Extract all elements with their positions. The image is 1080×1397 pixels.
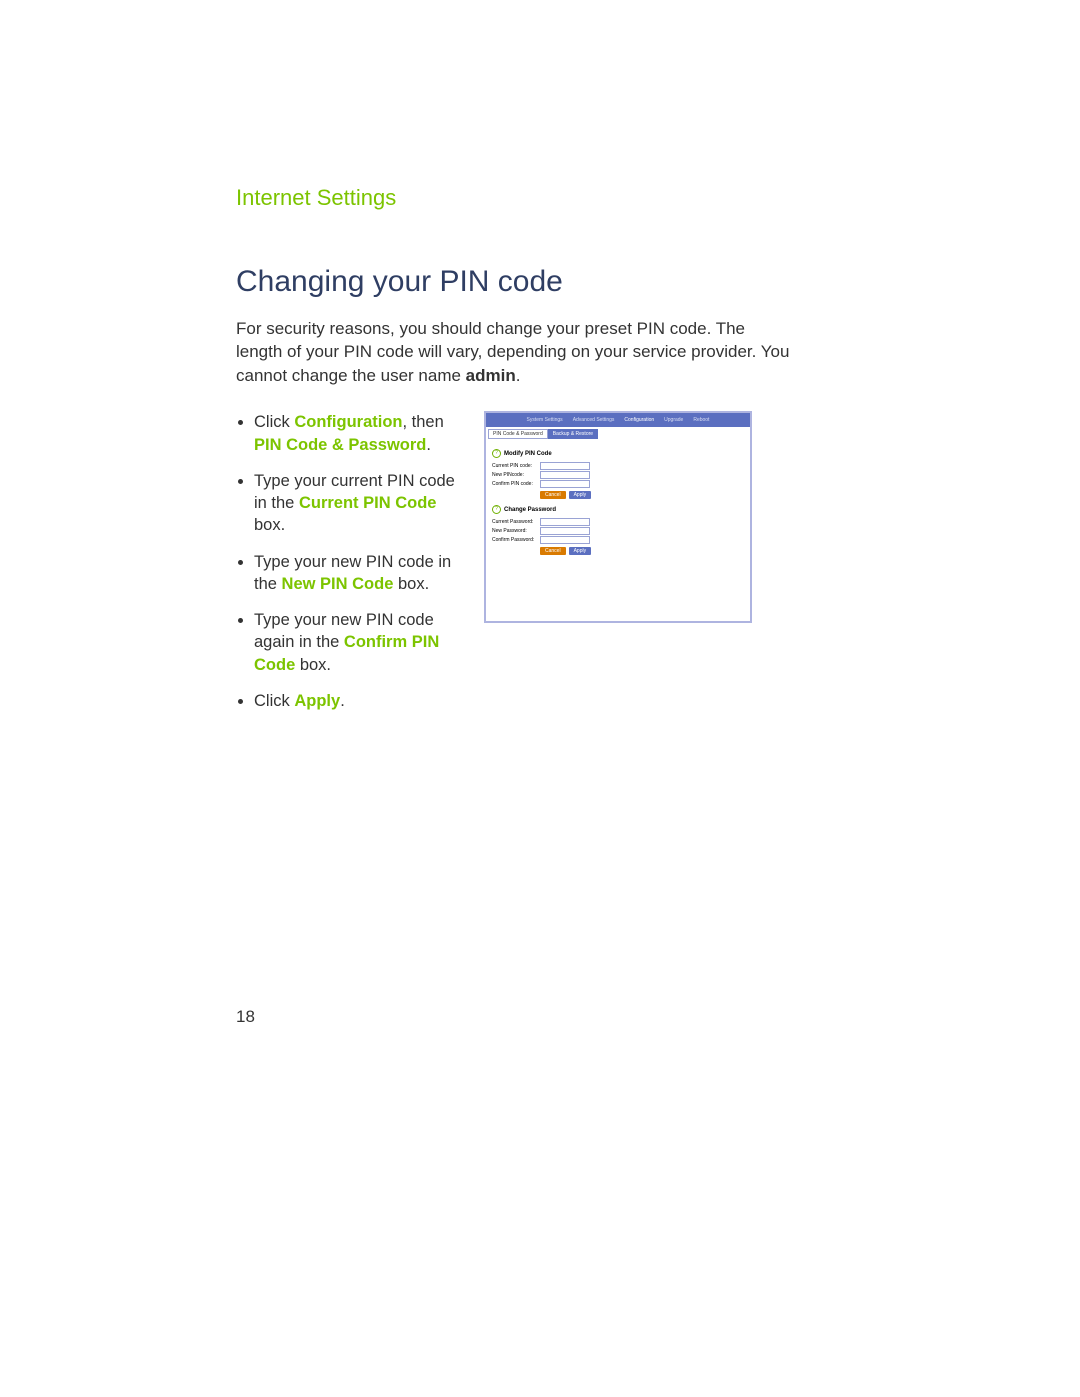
label-current-password: Current Password: [492, 519, 540, 525]
input-confirm-password[interactable] [540, 536, 590, 544]
step-highlight: Current PIN Code [299, 494, 437, 512]
step-2: Type your current PIN code in the Curren… [254, 470, 466, 537]
nav-upgrade[interactable]: Upgrade [664, 417, 683, 423]
steps-list: Click Configuration, then PIN Code & Pas… [236, 411, 466, 712]
row-new-password: New Password: [492, 527, 746, 535]
nav-configuration[interactable]: Configuration [624, 417, 654, 423]
cancel-button[interactable]: Cancel [540, 547, 566, 555]
section-title-change-password: Change Password [504, 507, 556, 513]
apply-button[interactable]: Apply [569, 491, 592, 499]
step-highlight: New PIN Code [282, 575, 394, 593]
label-new-password: New Password: [492, 528, 540, 534]
section-change-password: ? Change Password [492, 505, 746, 514]
buttons-pin: Cancel Apply [540, 491, 746, 499]
nav-reboot[interactable]: Reboot [693, 417, 709, 423]
section-modify-pin: ? Modify PIN Code [492, 449, 746, 458]
apply-button[interactable]: Apply [569, 547, 592, 555]
step-text: Click [254, 692, 294, 710]
cancel-button[interactable]: Cancel [540, 491, 566, 499]
steps-column: Click Configuration, then PIN Code & Pas… [236, 411, 466, 726]
intro-text-2: . [516, 366, 521, 385]
step-highlight: Configuration [294, 413, 402, 431]
step-3: Type your new PIN code in the New PIN Co… [254, 551, 466, 596]
step-highlight: Apply [294, 692, 340, 710]
row-new-pin: New PINcode: [492, 471, 746, 479]
label-confirm-pin: Confirm PIN code: [492, 481, 540, 487]
help-icon[interactable]: ? [492, 505, 501, 514]
help-icon[interactable]: ? [492, 449, 501, 458]
nav-advanced-settings[interactable]: Advanced Settings [573, 417, 615, 423]
page-number: 18 [236, 1007, 255, 1027]
input-new-pin[interactable] [540, 471, 590, 479]
step-text: box. [295, 656, 331, 674]
input-current-password[interactable] [540, 518, 590, 526]
sub-tabs: PIN Code & Password Backup & Restore [488, 429, 750, 439]
row-confirm-pin: Confirm PIN code: [492, 480, 746, 488]
input-confirm-pin[interactable] [540, 480, 590, 488]
step-4: Type your new PIN code again in the Conf… [254, 609, 466, 676]
step-5: Click Apply. [254, 690, 466, 712]
page-title: Changing your PIN code [236, 265, 796, 299]
content-column: Internet Settings Changing your PIN code… [236, 185, 796, 726]
nav-system-settings[interactable]: System Settings [527, 417, 563, 423]
tab-pin-password[interactable]: PIN Code & Password [488, 429, 548, 439]
step-text: Click [254, 413, 294, 431]
input-current-pin[interactable] [540, 462, 590, 470]
panel-body: ? Modify PIN Code Current PIN code: New … [486, 439, 750, 621]
section-header: Internet Settings [236, 185, 796, 211]
admin-screenshot-panel: System Settings Advanced Settings Config… [484, 411, 752, 623]
step-1: Click Configuration, then PIN Code & Pas… [254, 411, 466, 456]
intro-bold: admin [466, 366, 516, 385]
step-highlight: PIN Code & Password [254, 436, 426, 454]
intro-paragraph: For security reasons, you should change … [236, 317, 796, 387]
row-current-pin: Current PIN code: [492, 462, 746, 470]
section-title-modify-pin: Modify PIN Code [504, 451, 552, 457]
input-new-password[interactable] [540, 527, 590, 535]
two-column-layout: Click Configuration, then PIN Code & Pas… [236, 411, 796, 726]
buttons-password: Cancel Apply [540, 547, 746, 555]
label-confirm-password: Confirm Password: [492, 537, 540, 543]
document-page: Internet Settings Changing your PIN code… [0, 0, 1080, 1397]
step-text: box. [254, 516, 285, 534]
label-new-pin: New PINcode: [492, 472, 540, 478]
row-current-password: Current Password: [492, 518, 746, 526]
nav-bar: System Settings Advanced Settings Config… [486, 413, 750, 427]
row-confirm-password: Confirm Password: [492, 536, 746, 544]
step-text: box. [393, 575, 429, 593]
step-text: . [340, 692, 345, 710]
step-text: . [426, 436, 431, 454]
tab-backup-restore[interactable]: Backup & Restore [548, 429, 598, 439]
step-text: , then [403, 413, 444, 431]
label-current-pin: Current PIN code: [492, 463, 540, 469]
